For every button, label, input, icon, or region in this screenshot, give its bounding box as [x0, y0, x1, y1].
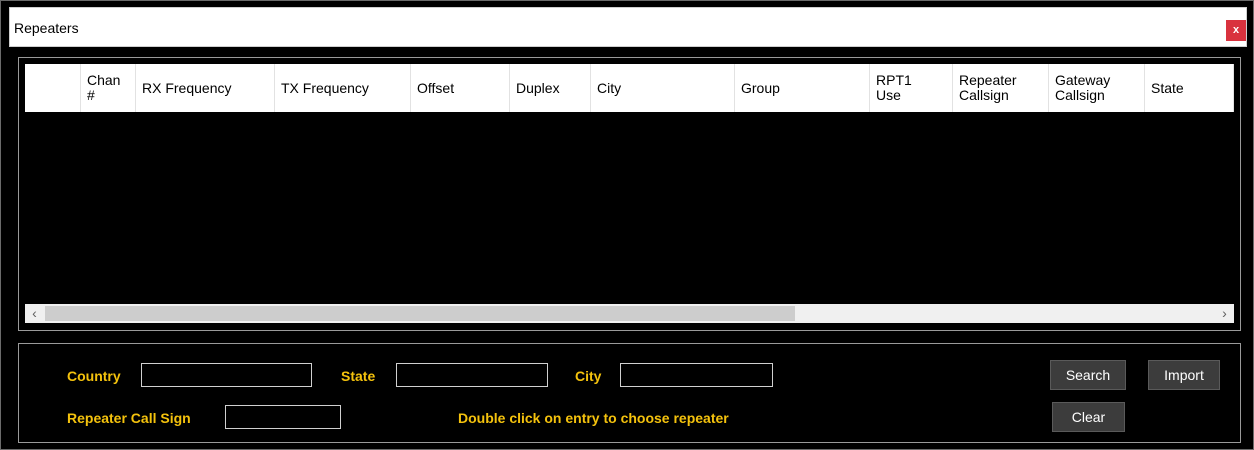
- scroll-left-icon[interactable]: ‹: [25, 304, 44, 323]
- column-header-gateway-callsign[interactable]: Gateway Callsign: [1049, 64, 1145, 112]
- import-button[interactable]: Import: [1148, 360, 1220, 390]
- window-title: Repeaters: [14, 20, 79, 36]
- column-header-row-selector[interactable]: [25, 64, 81, 112]
- repeaters-window: Repeaters x Chan # RX Frequency TX Frequ…: [0, 0, 1254, 450]
- state-field[interactable]: [396, 363, 548, 387]
- column-header-rx-frequency[interactable]: RX Frequency: [136, 64, 275, 112]
- column-header-state[interactable]: State: [1145, 64, 1234, 112]
- country-label: Country: [67, 368, 121, 384]
- scroll-thumb[interactable]: [45, 306, 795, 321]
- repeater-grid[interactable]: Chan # RX Frequency TX Frequency Offset …: [25, 64, 1234, 324]
- search-panel: Country State City Repeater Call Sign Do…: [18, 343, 1241, 443]
- column-header-group[interactable]: Group: [735, 64, 870, 112]
- column-header-city[interactable]: City: [591, 64, 735, 112]
- horizontal-scrollbar[interactable]: ‹ ›: [25, 304, 1234, 323]
- search-button[interactable]: Search: [1050, 360, 1126, 390]
- column-header-duplex[interactable]: Duplex: [510, 64, 591, 112]
- grid-body[interactable]: [25, 112, 1234, 302]
- column-header-tx-frequency[interactable]: TX Frequency: [275, 64, 411, 112]
- instruction-text: Double click on entry to choose repeater: [458, 410, 729, 426]
- column-header-repeater-callsign[interactable]: Repeater Callsign: [953, 64, 1049, 112]
- title-bar: Repeaters x: [9, 7, 1247, 47]
- city-label: City: [575, 368, 602, 384]
- city-field[interactable]: [620, 363, 773, 387]
- column-header-offset[interactable]: Offset: [411, 64, 510, 112]
- close-button[interactable]: x: [1226, 20, 1246, 41]
- state-label: State: [341, 368, 376, 384]
- country-field[interactable]: [141, 363, 312, 387]
- scroll-right-icon[interactable]: ›: [1215, 304, 1234, 323]
- repeater-call-sign-label: Repeater Call Sign: [67, 410, 191, 426]
- column-header-chan[interactable]: Chan #: [81, 64, 136, 112]
- repeater-call-sign-field[interactable]: [225, 405, 341, 429]
- column-header-rpt1-use[interactable]: RPT1 Use: [870, 64, 953, 112]
- repeater-grid-frame: Chan # RX Frequency TX Frequency Offset …: [18, 57, 1241, 331]
- grid-header: Chan # RX Frequency TX Frequency Offset …: [25, 64, 1234, 112]
- clear-button[interactable]: Clear: [1052, 402, 1125, 432]
